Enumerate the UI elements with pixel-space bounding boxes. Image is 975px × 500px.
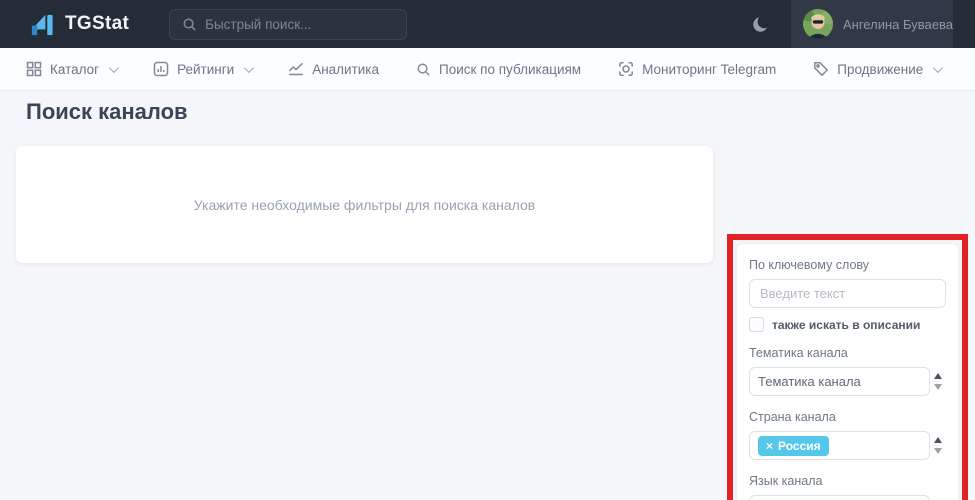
- spinner-up-icon[interactable]: [934, 373, 942, 379]
- country-select[interactable]: × Россия: [749, 431, 930, 460]
- nav-item-catalog[interactable]: Каталог: [26, 61, 119, 77]
- user-menu[interactable]: Ангелина Буваева: [791, 0, 953, 48]
- spinner-down-icon[interactable]: [934, 384, 942, 390]
- nav-item-promotion[interactable]: Продвижение: [813, 61, 944, 77]
- tag-label: Россия: [778, 438, 821, 453]
- search-in-description-checkbox[interactable]: также искать в описании: [749, 317, 946, 332]
- search-icon: [416, 62, 431, 77]
- keyword-label: По ключевому слову: [749, 258, 870, 272]
- dark-mode-toggle[interactable]: [750, 14, 771, 35]
- empty-state-message: Укажите необходимые фильтры для поиска к…: [193, 196, 536, 213]
- language-label: Язык канала: [749, 474, 823, 488]
- tag-remove-icon[interactable]: ×: [766, 439, 773, 453]
- nav-item-analytics[interactable]: Аналитика: [288, 61, 379, 77]
- spinner-down-icon[interactable]: [934, 448, 942, 454]
- filters-panel: По ключевому слову также искать в описан…: [737, 244, 958, 500]
- topbar: TGStat Быстрый поиск... Ангелина Буваева: [0, 0, 975, 48]
- chevron-down-icon: [109, 62, 119, 73]
- avatar: [803, 9, 833, 39]
- topic-spinner: [930, 373, 946, 390]
- checkbox-icon[interactable]: [749, 317, 764, 332]
- nav-item-monitoring[interactable]: Мониторинг Telegram: [618, 61, 776, 77]
- topic-label: Тематика канала: [749, 346, 848, 360]
- search-icon: [182, 17, 197, 32]
- line-chart-icon: [288, 61, 304, 77]
- monitor-scan-icon: [618, 61, 634, 77]
- moon-icon: [750, 14, 771, 35]
- results-placeholder-card: Укажите необходимые фильтры для поиска к…: [16, 146, 713, 263]
- tag-icon: [813, 61, 829, 77]
- highlight-red-frame: По ключевому слову также искать в описан…: [727, 234, 968, 500]
- grid-icon: [26, 61, 42, 77]
- country-label: Страна канала: [749, 410, 836, 424]
- country-tag[interactable]: × Россия: [758, 435, 829, 456]
- user-name: Ангелина Буваева: [843, 16, 953, 32]
- quick-search: [169, 8, 408, 40]
- topic-select[interactable]: Тематика канала: [749, 367, 930, 396]
- checkbox-label: также искать в описании: [772, 317, 921, 332]
- bar-chart-icon: [153, 61, 169, 77]
- tgstat-logo[interactable]: TGStat: [28, 11, 129, 38]
- main-nav: Каталог Рейтинги Аналитика Поиск по публ: [0, 48, 975, 91]
- chevron-down-icon: [933, 62, 944, 73]
- quick-search-input[interactable]: [205, 16, 395, 32]
- tgstat-logo-icon: [28, 11, 55, 38]
- spinner-up-icon[interactable]: [934, 437, 942, 443]
- nav-item-post-search[interactable]: Поиск по публикациям: [416, 62, 581, 77]
- nav-item-ratings[interactable]: Рейтинги: [153, 61, 255, 77]
- page-title: Поиск каналов: [26, 99, 188, 124]
- chevron-down-icon: [244, 62, 255, 73]
- country-spinner: [930, 437, 946, 454]
- keyword-input[interactable]: [749, 279, 946, 308]
- page-content: Поиск каналов Укажите необходимые фильтр…: [0, 91, 975, 500]
- logo-text: TGStat: [65, 13, 130, 34]
- language-select[interactable]: Язык канала: [749, 495, 930, 500]
